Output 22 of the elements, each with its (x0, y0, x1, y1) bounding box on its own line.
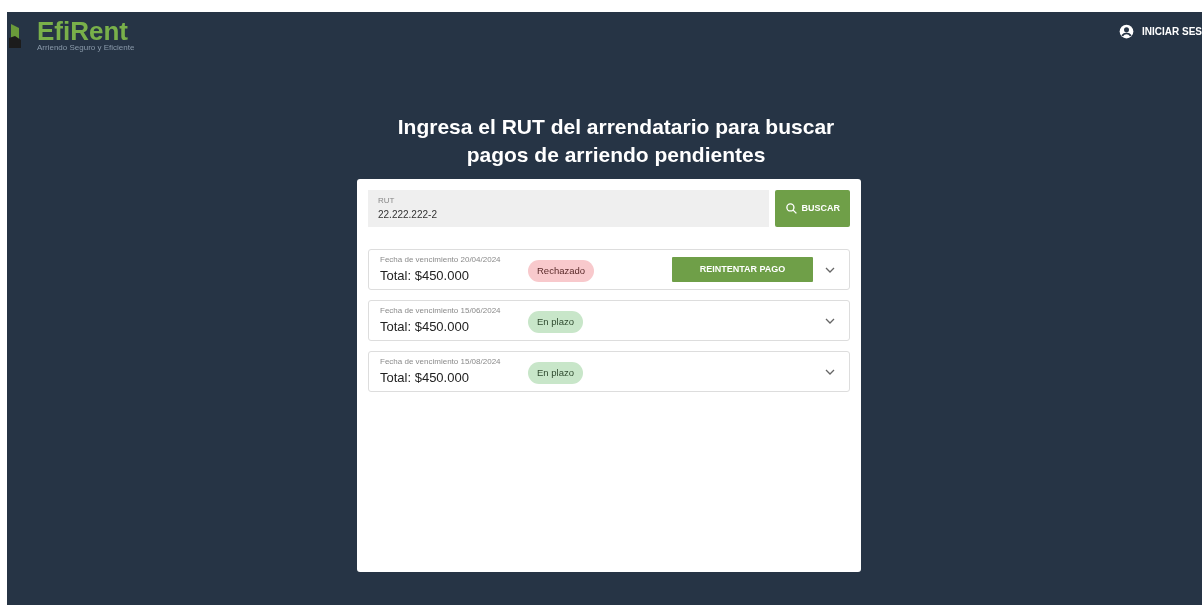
due-date: Fecha de vencimiento 15/06/2024 (380, 306, 502, 316)
due-date: Fecha de vencimiento 15/08/2024 (380, 357, 502, 367)
payment-total: Total: $450.000 (380, 318, 470, 335)
logo-text[interactable]: EfiRent (37, 16, 135, 46)
payment-row[interactable]: Fecha de vencimiento 15/08/2024 Total: $450.000 En plazo (368, 351, 850, 392)
tagline: Arriendo Seguro y Eficiente (37, 43, 135, 52)
chevron-down-icon[interactable] (825, 317, 835, 324)
status-badge: Rechazado (528, 260, 595, 283)
account-icon (1119, 24, 1134, 39)
payment-total: Total: $450.000 (380, 267, 470, 284)
chevron-down-icon[interactable] (825, 266, 835, 273)
payment-row[interactable]: Fecha de vencimiento 20/04/2024 Total: $450.000 Rechazado REINTENTAR PAGO (368, 249, 850, 290)
status-badge: En plazo (528, 362, 583, 385)
search-icon (785, 202, 799, 215)
status-badge: En plazo (528, 311, 583, 334)
payment-row[interactable]: Fecha de vencimiento 15/06/2024 Total: $450.000 En plazo (368, 300, 850, 341)
due-date: Fecha de vencimiento 20/04/2024 (380, 255, 502, 265)
rut-field[interactable]: RUT 22.222.222-2 (368, 190, 770, 227)
login-button[interactable]: INICIAR SES (1119, 12, 1202, 39)
chevron-down-icon[interactable] (825, 368, 835, 375)
payment-total: Total: $450.000 (380, 369, 470, 386)
page-heading: Ingresa el RUT del arrendatario para buscar pagos de arriendo pendientes (396, 114, 836, 168)
